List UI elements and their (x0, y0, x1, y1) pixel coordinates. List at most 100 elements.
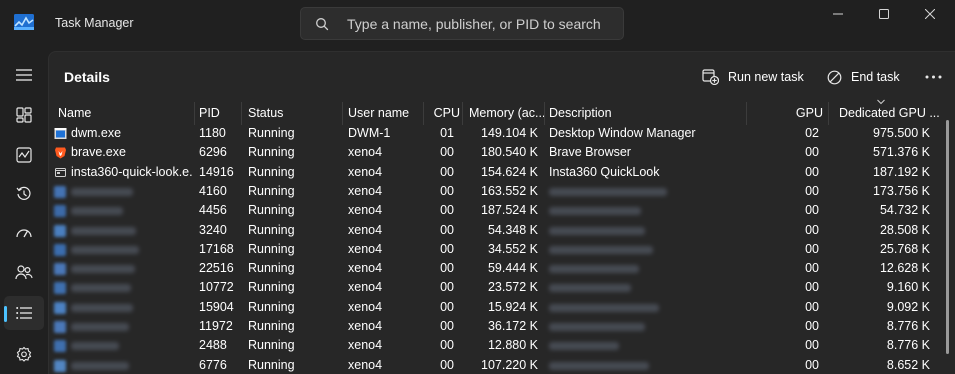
maximize-icon (879, 9, 889, 19)
process-dedicated-gpu: 9.092 K (886, 299, 930, 314)
redacted-process-description (549, 361, 649, 370)
redacted-process-name (71, 361, 129, 370)
column-separator[interactable] (746, 102, 747, 125)
process-dedicated-gpu: 975.500 K (873, 126, 930, 140)
close-icon (925, 9, 935, 19)
process-pid: 22516 (199, 261, 234, 276)
close-button[interactable] (907, 0, 953, 28)
process-pid: 4160 (199, 183, 227, 198)
maximize-button[interactable] (861, 0, 907, 28)
process-status: Running (248, 183, 295, 198)
process-memory: 23.572 K (487, 280, 538, 295)
column-header-status[interactable]: Status (248, 102, 341, 125)
process-user: xeno4 (348, 203, 383, 218)
nav-performance[interactable] (4, 138, 44, 172)
process-status: Running (248, 357, 295, 372)
navigation-rail (0, 48, 48, 374)
table-row[interactable]: 17168 Running xeno4 00 34.552 K 00 25.768 K (49, 240, 939, 259)
process-pid: 10772 (199, 280, 234, 295)
table-row[interactable]: dwm.exe 1180 Running DWM-1 01 149.104 K Deskto… (49, 124, 939, 143)
column-separator[interactable] (544, 102, 545, 125)
process-status: Running (248, 338, 295, 353)
table-row[interactable]: 2488 Running xeno4 00 12.880 K 00 8.776 K (49, 336, 939, 355)
redacted-process-icon (54, 263, 66, 276)
nav-startup-apps[interactable] (4, 216, 44, 250)
table-row[interactable]: 11972 Running xeno4 00 36.172 K 00 8.776 K (49, 317, 939, 336)
column-header-memory[interactable]: Memory (ac... (469, 102, 544, 125)
redacted-process-name (71, 323, 129, 331)
nav-details[interactable] (4, 296, 44, 330)
process-user: xeno4 (348, 222, 383, 237)
table-row[interactable]: insta360-quick-look.e... 14916 Running xeno… (49, 163, 939, 182)
table-row[interactable]: 6776 Running xeno4 00 107.220 K 00 8.652 K (49, 356, 939, 374)
process-dedicated-gpu: 12.628 K (879, 261, 930, 276)
column-separator[interactable] (241, 102, 242, 125)
redacted-process-icon (54, 301, 66, 314)
process-status: Running (248, 241, 295, 256)
end-task-icon (827, 70, 842, 84)
search-placeholder: Type a name, publisher, or PID to search (347, 16, 601, 32)
column-header-pid[interactable]: PID (199, 102, 241, 125)
column-separator[interactable] (828, 102, 829, 125)
table-row[interactable]: 4456 Running xeno4 00 187.524 K 00 54.732 K (49, 201, 939, 220)
hamburger-menu-button[interactable] (4, 58, 44, 92)
table-row[interactable]: 15904 Running xeno4 00 15.924 K 00 9.092 K (49, 298, 939, 317)
table-row[interactable]: brave.exe 6296 Running xeno4 00 180.540 K Brav… (49, 143, 939, 162)
process-user: DWM-1 (348, 126, 391, 140)
table-row[interactable]: 4160 Running xeno4 00 163.552 K 00 173.756 K (49, 182, 939, 201)
sort-descending-chevron-icon (877, 99, 885, 105)
minimize-button[interactable] (815, 0, 861, 28)
process-memory: 12.880 K (487, 338, 538, 353)
more-options-button[interactable] (921, 66, 945, 88)
column-separator[interactable] (462, 102, 463, 125)
vertical-scrollbar[interactable] (946, 120, 949, 354)
process-gpu: 00 (805, 241, 819, 256)
redacted-process-icon (54, 243, 66, 256)
table-row[interactable]: 22516 Running xeno4 00 59.444 K 00 12.628 K (49, 259, 939, 278)
process-description: Brave Browser (549, 145, 631, 160)
end-task-button[interactable]: End task (827, 65, 900, 89)
nav-services[interactable] (4, 337, 44, 371)
nav-app-history[interactable] (4, 177, 44, 211)
process-pid: 3240 (199, 222, 227, 237)
redacted-process-description (549, 303, 659, 312)
process-dedicated-gpu: 25.768 K (879, 241, 930, 256)
process-user: xeno4 (348, 280, 383, 295)
column-separator[interactable] (342, 102, 343, 125)
process-memory: 34.552 K (487, 241, 538, 256)
column-header-name[interactable]: Name (58, 102, 193, 125)
redacted-process-icon (54, 359, 66, 372)
process-name: insta360-quick-look.e... (71, 164, 193, 179)
process-user: xeno4 (348, 164, 383, 179)
run-new-task-button[interactable]: Run new task (702, 65, 804, 89)
redacted-process-description (549, 284, 631, 293)
process-dedicated-gpu: 187.192 K (873, 164, 930, 179)
process-name: brave.exe (71, 145, 126, 160)
table-row[interactable]: 3240 Running xeno4 00 54.348 K 00 28.508 K (49, 221, 939, 240)
process-pid: 2488 (199, 338, 227, 353)
process-user: xeno4 (348, 261, 383, 276)
column-separator[interactable] (194, 102, 195, 125)
nav-processes[interactable] (4, 98, 44, 132)
active-nav-indicator (4, 306, 7, 322)
process-user: xeno4 (348, 338, 383, 353)
app-history-icon (16, 186, 31, 200)
column-header-cpu[interactable]: CPU (424, 102, 460, 125)
search-box[interactable]: Type a name, publisher, or PID to search (300, 7, 624, 40)
process-gpu: 00 (805, 164, 819, 179)
nav-users[interactable] (4, 255, 44, 289)
column-header-gpu[interactable]: GPU (749, 102, 823, 125)
process-memory: 54.348 K (487, 222, 538, 237)
dwm-window-icon (54, 128, 67, 139)
hamburger-menu-icon (16, 69, 32, 81)
column-header-description[interactable]: Description (549, 102, 739, 125)
process-description: Insta360 QuickLook (549, 164, 660, 179)
table-row[interactable]: 10772 Running xeno4 00 23.572 K 00 9.160 K (49, 278, 939, 297)
process-dedicated-gpu: 173.756 K (873, 183, 930, 198)
redacted-process-name (71, 284, 131, 293)
process-pid: 4456 (199, 203, 227, 218)
redacted-process-name (71, 207, 123, 216)
column-header-dedicated-gpu[interactable]: Dedicated GPU ... (839, 102, 939, 125)
process-status: Running (248, 203, 295, 218)
column-header-user[interactable]: User name (348, 102, 423, 125)
